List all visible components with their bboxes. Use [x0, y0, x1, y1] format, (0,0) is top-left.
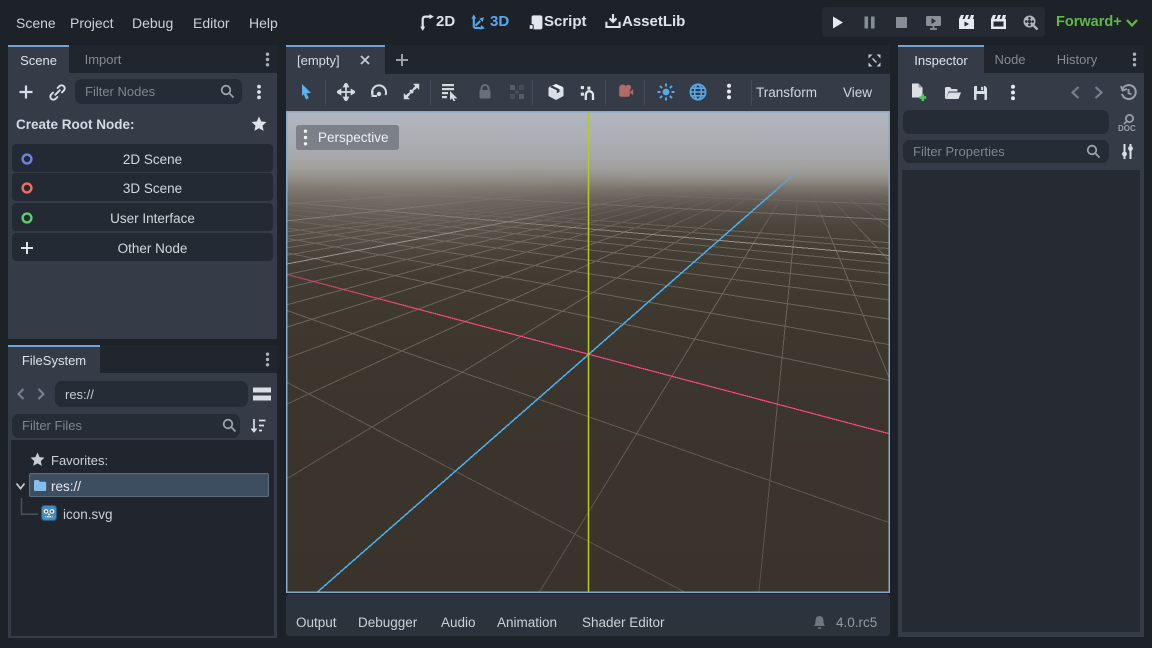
- svg-text:DOC: DOC: [1118, 124, 1136, 133]
